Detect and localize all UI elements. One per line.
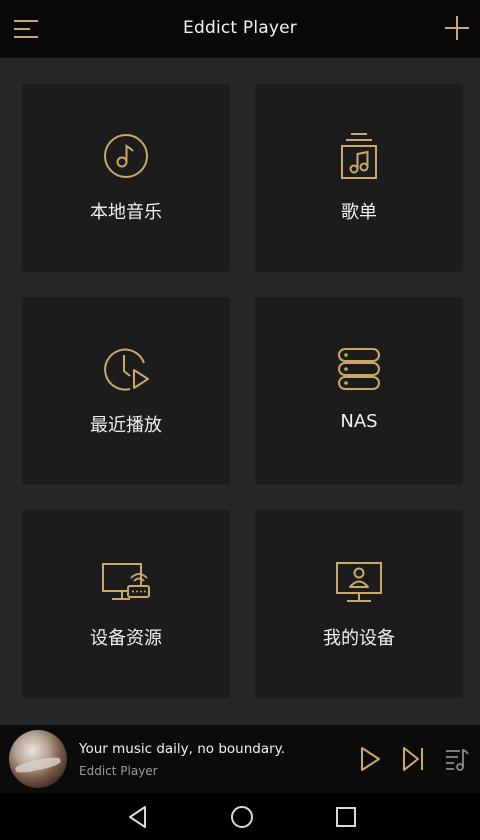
play-icon[interactable] bbox=[358, 746, 382, 772]
system-nav-bar bbox=[0, 793, 480, 840]
tile-label: 最近播放 bbox=[90, 415, 162, 436]
tile-label: 歌单 bbox=[341, 202, 377, 223]
monitor-device-icon bbox=[102, 563, 150, 600]
song-title: Your music daily, no boundary. bbox=[79, 741, 286, 757]
tile-nas[interactable]: NAS bbox=[255, 297, 463, 485]
album-art[interactable] bbox=[9, 730, 67, 788]
tile-label: 我的设备 bbox=[323, 628, 395, 649]
song-artist: Eddict Player bbox=[79, 764, 158, 778]
next-track-icon[interactable] bbox=[401, 746, 425, 772]
tile-my-devices[interactable]: 我的设备 bbox=[255, 510, 463, 698]
clock-play-icon bbox=[104, 348, 149, 391]
tile-local-music[interactable]: 本地音乐 bbox=[22, 84, 230, 272]
tile-label: 本地音乐 bbox=[90, 202, 162, 223]
recents-icon[interactable] bbox=[333, 804, 359, 830]
server-stack-icon bbox=[338, 348, 380, 390]
tile-device-resources[interactable]: 设备资源 bbox=[22, 510, 230, 698]
plus-icon[interactable] bbox=[444, 15, 470, 41]
mini-player[interactable]: Your music daily, no boundary. Eddict Pl… bbox=[0, 725, 480, 793]
tile-label: NAS bbox=[340, 411, 378, 432]
tile-playlist[interactable]: 歌单 bbox=[255, 84, 463, 272]
playlist-icon bbox=[341, 133, 377, 179]
back-icon[interactable] bbox=[125, 804, 151, 830]
tile-label: 设备资源 bbox=[90, 628, 162, 649]
queue-list-icon[interactable] bbox=[444, 746, 470, 772]
home-icon[interactable] bbox=[229, 804, 255, 830]
top-app-bar: Eddict Player bbox=[0, 0, 480, 58]
app-title: Eddict Player bbox=[183, 18, 297, 38]
home-grid: 本地音乐 歌单 最近播放 NAS 设备资源 我的设备 bbox=[0, 58, 480, 725]
music-note-circle-icon bbox=[104, 134, 148, 178]
monitor-user-icon bbox=[336, 562, 382, 602]
tile-recent-play[interactable]: 最近播放 bbox=[22, 297, 230, 485]
